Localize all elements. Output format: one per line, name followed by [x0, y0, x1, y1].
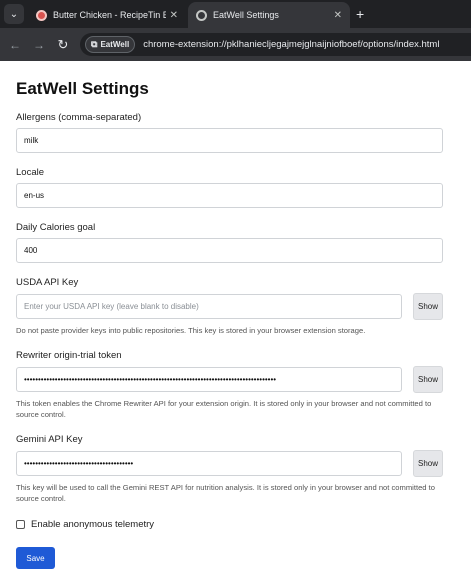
tab-title: Butter Chicken - RecipeTin Eats	[53, 10, 166, 20]
puzzle-icon: ⧉	[91, 39, 98, 49]
close-icon[interactable]: ✕	[334, 10, 342, 21]
gemini-help-text: This key will be used to call the Gemini…	[16, 483, 435, 503]
gemini-show-button[interactable]: Show	[413, 450, 443, 477]
gemini-label: Gemini API Key	[16, 434, 83, 445]
rewriter-show-button[interactable]: Show	[413, 366, 443, 393]
page-title: EatWell Settings	[16, 79, 149, 98]
locale-input[interactable]	[16, 183, 443, 208]
rewriter-token-input[interactable]: ••••••••••••••••••••••••••••••••••••••••…	[16, 367, 402, 392]
usda-label: USDA API Key	[16, 277, 79, 288]
allergens-field-group: Allergens (comma-separated)	[16, 112, 455, 153]
telemetry-checkbox[interactable]	[16, 520, 25, 529]
locale-field-group: Locale	[16, 167, 455, 208]
gemini-field-group: Gemini API Key •••••••••••••••••••••••••…	[16, 434, 455, 504]
tab-butter-chicken[interactable]: Butter Chicken - RecipeTin Eats ✕	[28, 2, 186, 28]
extension-chip[interactable]: ⧉ EatWell	[85, 36, 136, 53]
calories-field-group: Daily Calories goal	[16, 222, 455, 263]
tab-search-button[interactable]: ⌄	[4, 4, 24, 24]
rewriter-field-group: Rewriter origin-trial token ••••••••••••…	[16, 350, 455, 420]
usda-api-key-input[interactable]	[16, 294, 402, 319]
tab-eatwell-settings[interactable]: EatWell Settings ✕	[188, 2, 350, 28]
locale-label: Locale	[16, 167, 44, 178]
extension-chip-label: EatWell	[100, 40, 130, 49]
allergens-input[interactable]	[16, 128, 443, 153]
browser-chrome: ⌄ Butter Chicken - RecipeTin Eats ✕ EatW…	[0, 0, 471, 61]
recipe-favicon-icon	[36, 9, 47, 21]
telemetry-row: Enable anonymous telemetry	[16, 519, 455, 530]
close-icon[interactable]: ✕	[170, 10, 178, 21]
tab-title: EatWell Settings	[213, 10, 279, 20]
gear-icon	[196, 9, 207, 21]
new-tab-button[interactable]: +	[356, 6, 364, 22]
back-arrow-icon[interactable]: ←	[3, 38, 27, 52]
usda-show-button[interactable]: Show	[413, 293, 443, 320]
gemini-api-key-input[interactable]: •••••••••••••••••••••••••••••••••••••••	[16, 451, 402, 476]
allergens-label: Allergens (comma-separated)	[16, 112, 142, 123]
calories-input[interactable]	[16, 238, 443, 263]
forward-arrow-icon[interactable]: →	[27, 38, 51, 52]
calories-label: Daily Calories goal	[16, 222, 96, 233]
rewriter-help-text: This token enables the Chrome Rewriter A…	[16, 399, 432, 419]
settings-page: EatWell Settings Allergens (comma-separa…	[0, 61, 471, 573]
rewriter-label: Rewriter origin-trial token	[16, 350, 122, 361]
reload-icon[interactable]: ↻	[51, 37, 75, 53]
usda-field-group: USDA API Key Show Do not paste provider …	[16, 277, 455, 336]
url-text: chrome-extension://pklhaniecljegajmejgln…	[143, 39, 440, 50]
save-button[interactable]: Save	[16, 547, 55, 569]
usda-help-text: Do not paste provider keys into public r…	[16, 326, 366, 335]
telemetry-label[interactable]: Enable anonymous telemetry	[31, 519, 154, 530]
browser-toolbar: ← → ↻ ⧉ EatWell chrome-extension://pklha…	[0, 28, 471, 61]
address-bar[interactable]: ⧉ EatWell chrome-extension://pklhanieclj…	[80, 33, 471, 56]
